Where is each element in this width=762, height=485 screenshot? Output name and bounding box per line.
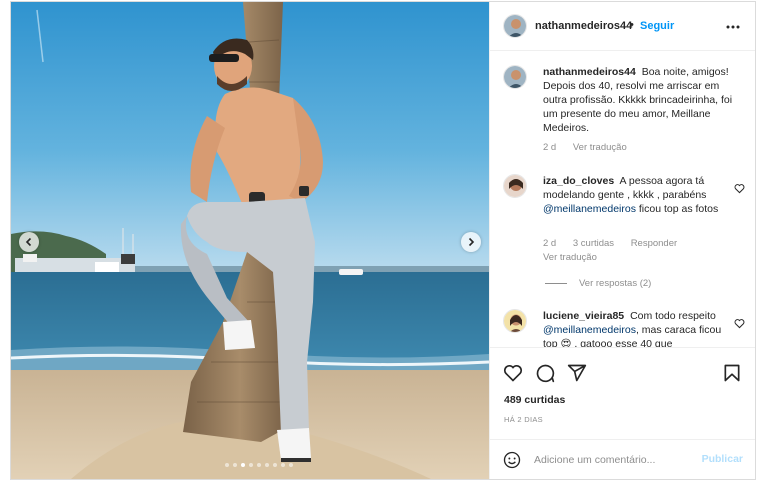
heart-outline-icon (734, 184, 745, 194)
post-header: nathanmedeiros44 • Seguir (490, 2, 755, 51)
comment-mention[interactable]: @meillanemedeiros (543, 324, 636, 336)
carousel-dot (281, 463, 285, 467)
bookmark-icon (724, 364, 740, 382)
header-separator: • (630, 19, 634, 31)
comment-mention[interactable]: @meillanemedeiros (543, 203, 636, 215)
comment-body: Com todo respeito (630, 310, 716, 322)
comment-translate-row: Ver tradução (543, 252, 611, 263)
caption-text: nathanmedeiros44 Boa noite, amigos! Depo… (543, 65, 743, 135)
post-timestamp[interactable]: HÁ 2 DIAS (504, 415, 543, 424)
heart-outline-icon (734, 319, 745, 329)
carousel-dot (233, 463, 237, 467)
carousel-dot (273, 463, 277, 467)
comment-avatar[interactable] (503, 309, 527, 333)
publish-button[interactable]: Publicar (702, 453, 743, 465)
comments-list[interactable]: nathanmedeiros44 Boa noite, amigos! Depo… (490, 51, 755, 347)
caption-meta: 2 d Ver tradução (543, 142, 641, 153)
carousel-dot (289, 463, 293, 467)
carousel-dot (257, 463, 261, 467)
view-replies-button[interactable]: Ver respostas (2) (545, 278, 651, 289)
caption-username[interactable]: nathanmedeiros44 (543, 66, 636, 78)
post-actions: 489 curtidas HÁ 2 DIAS (490, 347, 755, 439)
instagram-post: nathanmedeiros44 • Seguir nathanmedeiros… (10, 1, 756, 480)
share-button[interactable] (567, 363, 587, 388)
comment-reply-link[interactable]: Responder (631, 238, 677, 249)
post-side-panel: nathanmedeiros44 • Seguir nathanmedeiros… (489, 2, 755, 479)
caption-age: 2 d (543, 142, 557, 153)
paper-plane-icon (567, 364, 587, 382)
more-options-button[interactable] (725, 19, 741, 40)
author-username[interactable]: nathanmedeiros44 (535, 20, 632, 32)
carousel-prev-button[interactable] (19, 232, 39, 252)
like-comment-button[interactable] (734, 181, 745, 199)
chevron-left-icon (25, 237, 32, 247)
carousel-dot (249, 463, 253, 467)
smiley-icon (503, 451, 521, 469)
emoji-button[interactable] (503, 451, 521, 474)
carousel-indicator (225, 463, 293, 467)
comment-avatar[interactable] (503, 174, 527, 198)
comment-text: luciene_vieira85 Com todo respeito @meil… (543, 309, 728, 347)
carousel-dot (241, 463, 245, 467)
more-horizontal-icon (726, 25, 740, 29)
add-comment-bar: Publicar (490, 439, 755, 479)
replies-divider (545, 283, 567, 284)
comment-button[interactable] (535, 363, 555, 388)
like-comment-button[interactable] (734, 316, 745, 334)
comment-input[interactable] (534, 452, 694, 468)
comment-bubble-icon (536, 364, 555, 383)
carousel-dot (265, 463, 269, 467)
comment-likes[interactable]: 3 curtidas (573, 238, 614, 249)
comment-text: iza_do_cloves A pessoa agora tá modeland… (543, 174, 728, 216)
comment-username[interactable]: iza_do_cloves (543, 175, 614, 187)
post-photo[interactable] (11, 2, 489, 479)
beach-photo-illustration (11, 2, 489, 479)
carousel-next-button[interactable] (461, 232, 481, 252)
comment-body-end: ficou top as fotos (638, 203, 719, 215)
follow-button[interactable]: Seguir (640, 20, 674, 32)
author-avatar[interactable] (503, 14, 527, 38)
chevron-right-icon (468, 237, 475, 247)
comment-age: 2 d (543, 238, 557, 249)
caption-avatar[interactable] (503, 65, 527, 89)
comment-translate-link[interactable]: Ver tradução (543, 252, 597, 263)
like-button[interactable] (503, 363, 523, 388)
carousel-dot (225, 463, 229, 467)
likes-count[interactable]: 489 curtidas (504, 394, 565, 406)
save-button[interactable] (722, 363, 742, 388)
caption-translate-link[interactable]: Ver tradução (573, 142, 627, 153)
comment-meta: 2 d 3 curtidas Responder (543, 238, 691, 249)
comment-username[interactable]: luciene_vieira85 (543, 310, 624, 322)
heart-outline-icon (503, 365, 523, 382)
view-replies-label: Ver respostas (2) (579, 278, 652, 289)
